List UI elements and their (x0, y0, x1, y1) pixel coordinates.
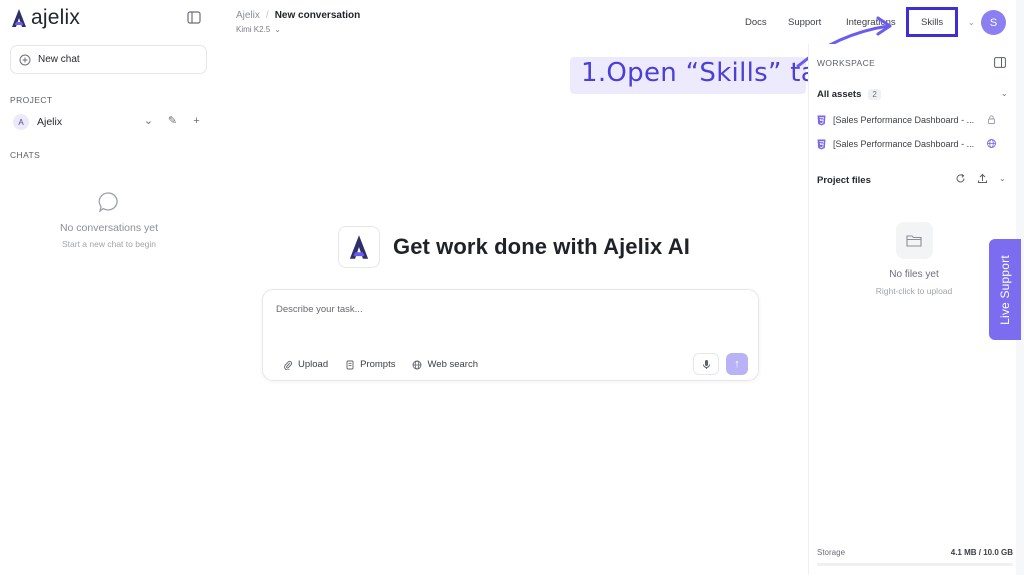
empty-chats: No conversations yet Start a new chat to… (0, 190, 218, 249)
microphone-button[interactable] (693, 353, 719, 375)
web-search-label: Web search (427, 359, 478, 370)
prompts-button[interactable]: Prompts (345, 359, 395, 370)
new-chat-button[interactable]: New chat (10, 45, 207, 74)
breadcrumb: Ajelix / New conversation (236, 10, 360, 21)
ajelix-logo-icon (12, 9, 26, 27)
logo[interactable]: ajelix (10, 6, 80, 30)
new-chat-label: New chat (38, 54, 80, 65)
project-files-label[interactable]: Project files (817, 175, 871, 186)
empty-chats-title: No conversations yet (59, 222, 159, 234)
asset-item[interactable]: [Sales Performance Dashboard - ... (817, 113, 997, 127)
add-icon[interactable]: + (190, 114, 203, 127)
assets-count-badge: 2 (868, 89, 881, 100)
globe-icon (987, 139, 996, 148)
project-files-empty: No files yet Right-click to upload (809, 222, 1019, 296)
project-section-label: PROJECT (10, 95, 53, 105)
page-title: New conversation (274, 10, 361, 21)
sidebar-toggle-icon[interactable] (187, 11, 201, 24)
upload-button[interactable]: Upload (283, 359, 328, 370)
upload-icon[interactable] (977, 173, 988, 184)
microphone-icon (702, 359, 710, 369)
paperclip-icon (284, 360, 293, 370)
hero-logo (338, 226, 380, 268)
no-files-subtitle: Right-click to upload (875, 286, 953, 296)
folder-icon (906, 235, 922, 247)
all-assets-header[interactable]: All assets 2 (817, 89, 881, 100)
storage-label: Storage (817, 548, 846, 557)
live-support-button[interactable]: Live Support (989, 239, 1021, 340)
user-avatar[interactable]: S (981, 10, 1006, 35)
empty-chats-subtitle: Start a new chat to begin (61, 239, 157, 249)
asset-name: [Sales Performance Dashboard - ... (833, 139, 975, 149)
send-button[interactable]: ↑ (726, 353, 748, 375)
html5-icon (817, 115, 826, 125)
breadcrumb-separator: / (265, 10, 269, 21)
panel-toggle-icon[interactable] (994, 57, 1006, 68)
project-avatar: A (13, 114, 29, 130)
chevron-down-icon[interactable]: ⌄ (999, 174, 1006, 183)
ajelix-logo-icon (349, 235, 369, 259)
sidebar: ajelix New chat PROJECT A Ajelix ⌄ ✎ + C… (0, 0, 218, 575)
globe-icon (413, 360, 422, 369)
folder-icon-box (895, 222, 933, 259)
document-icon (346, 360, 354, 369)
workspace-label: WORKSPACE (817, 58, 876, 68)
model-selector[interactable]: Kimi K2.5 ⌄ (236, 25, 281, 34)
storage-info: Storage 4.1 MB / 10.0 GB (817, 548, 1013, 557)
hero: Get work done with Ajelix AI (338, 226, 690, 268)
chevron-down-icon[interactable]: ⌄ (968, 18, 975, 27)
storage-value: 4.1 MB / 10.0 GB (950, 548, 1013, 557)
arrow-up-icon: ↑ (734, 358, 740, 370)
new-chat-icon (19, 54, 31, 65)
asset-item[interactable]: [Sales Performance Dashboard - ... (817, 137, 997, 151)
storage-bar (817, 563, 1013, 566)
hero-title: Get work done with Ajelix AI (393, 234, 690, 259)
model-name: Kimi K2.5 (236, 25, 271, 34)
task-input[interactable]: Describe your task... (276, 304, 363, 315)
chats-section-label: CHATS (10, 150, 41, 160)
html5-icon (817, 139, 826, 149)
task-composer[interactable]: Describe your task... Upload Prompts Web… (262, 289, 759, 381)
chevron-down-icon[interactable]: ⌄ (1001, 89, 1008, 98)
live-support-label: Live Support (998, 254, 1012, 325)
refresh-icon[interactable] (955, 173, 966, 184)
chevron-down-icon: ⌄ (274, 25, 281, 34)
lock-icon (988, 115, 995, 124)
logo-text: ajelix (31, 6, 81, 29)
prompts-label: Prompts (360, 359, 396, 370)
project-name: Ajelix (37, 116, 63, 128)
nav-docs[interactable]: Docs (745, 17, 767, 28)
asset-name: [Sales Performance Dashboard - ... (833, 115, 975, 125)
breadcrumb-root[interactable]: Ajelix (236, 10, 260, 21)
upload-label: Upload (298, 359, 329, 370)
chevron-down-icon[interactable]: ⌄ (142, 114, 155, 127)
project-item[interactable]: A Ajelix ⌄ ✎ + (13, 113, 208, 131)
skills-highlight-box (906, 7, 958, 37)
no-files-title: No files yet (889, 269, 939, 280)
chat-bubble-icon (98, 192, 118, 213)
web-search-button[interactable]: Web search (412, 359, 478, 370)
edit-icon[interactable]: ✎ (166, 114, 179, 127)
all-assets-label: All assets (817, 89, 862, 100)
